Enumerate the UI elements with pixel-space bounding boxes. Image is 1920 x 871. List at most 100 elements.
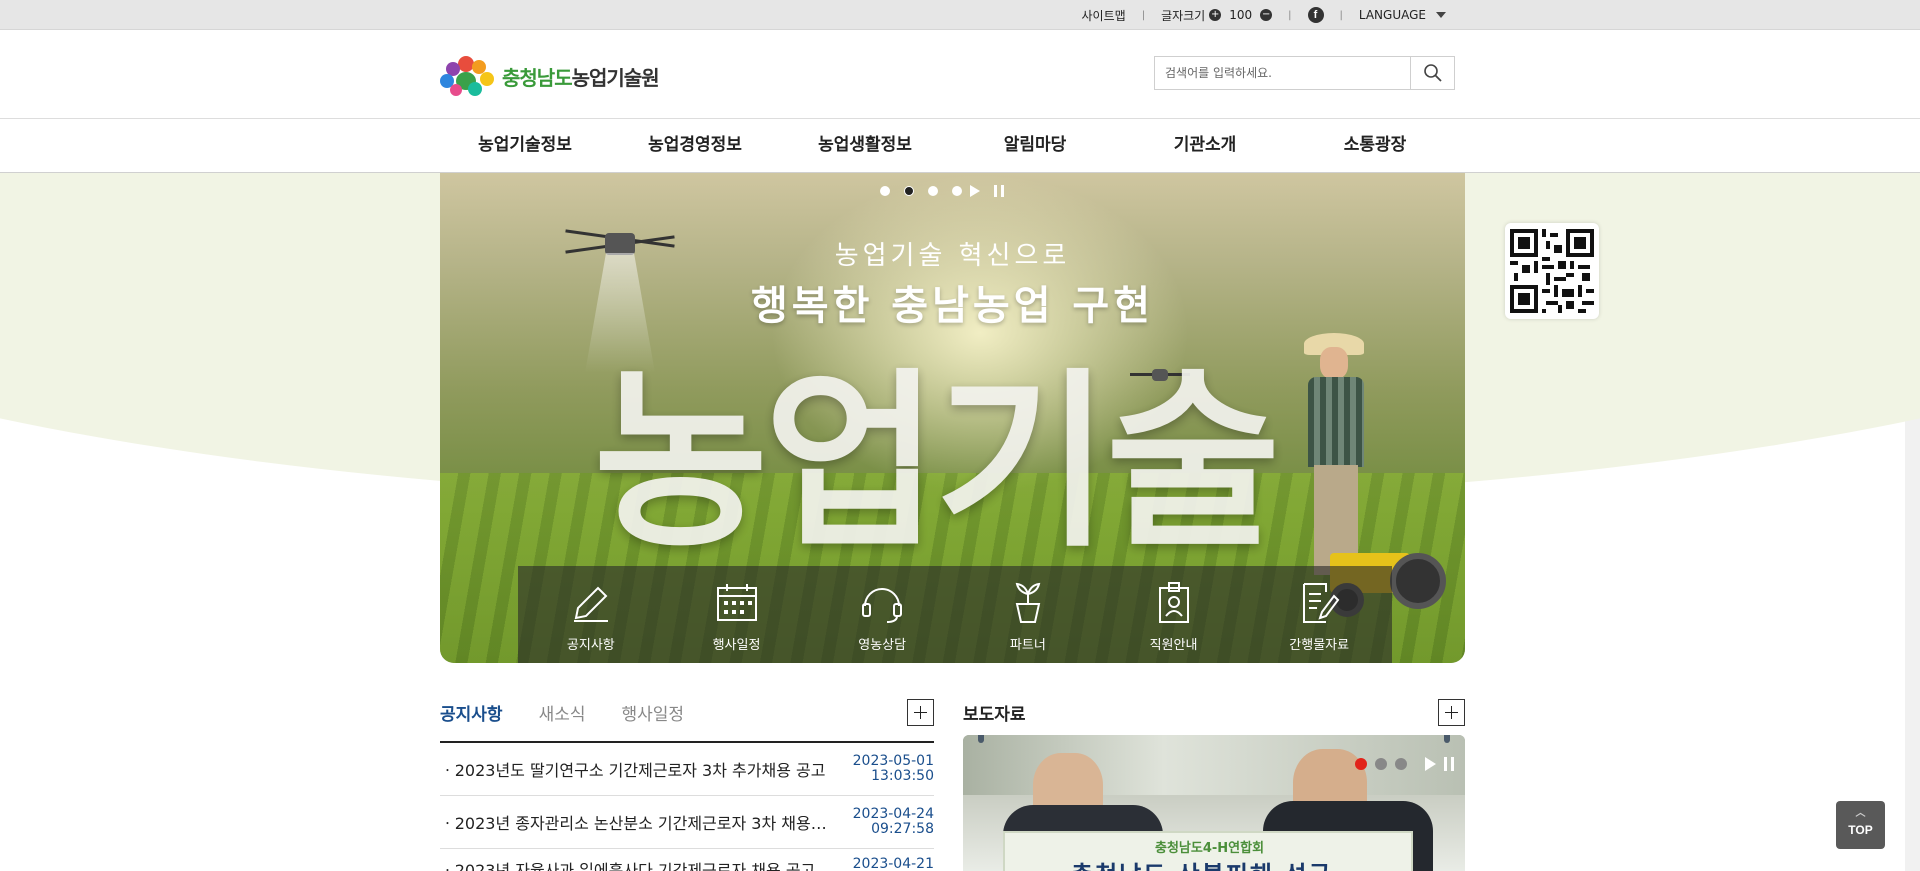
notice-date-day: 2023-04-21 bbox=[852, 856, 934, 871]
press-slide-dot-2[interactable] bbox=[1375, 758, 1387, 770]
notice-title: ㆍ2023년도 딸기연구소 기간제근로자 3차 추가채용 공고 bbox=[440, 761, 826, 780]
logo-flower-icon bbox=[440, 56, 496, 96]
notice-date-time: 13:03:50 bbox=[871, 768, 934, 784]
hero-slide-dot-2[interactable] bbox=[904, 186, 914, 196]
quick-menu-label: 간행물자료 bbox=[1289, 638, 1350, 653]
hero-slide-dot-1[interactable] bbox=[880, 186, 890, 196]
scroll-top-label: TOP bbox=[1848, 823, 1873, 837]
tab-notice[interactable]: 공지사항 bbox=[440, 700, 503, 725]
play-icon[interactable] bbox=[970, 185, 980, 197]
quick-menu-label: 영농상담 bbox=[858, 638, 907, 653]
search-button[interactable] bbox=[1410, 57, 1454, 89]
quick-menu-label: 파트너 bbox=[1009, 638, 1046, 653]
press-banner-line2: 충청남도 산불피해 성금 bbox=[1071, 855, 1333, 871]
facebook-icon[interactable]: f bbox=[1307, 7, 1324, 23]
chevron-down-icon bbox=[1436, 12, 1446, 18]
pause-icon[interactable] bbox=[1444, 757, 1454, 771]
logo-text-province: 충청남도 bbox=[502, 65, 573, 90]
nav-item-management-info[interactable]: 농업경영정보 bbox=[610, 119, 780, 172]
notice-title: ㆍ2023년 자율사과 일에흡사다 기간제근로자 채용 공고 bbox=[440, 861, 816, 871]
sitemap-link[interactable]: 사이트맵 bbox=[1082, 7, 1126, 24]
play-icon[interactable] bbox=[1425, 757, 1436, 771]
main-navigation: 농업기술정보 농업경영정보 농업생활정보 알림마당 기관소개 소통광장 bbox=[0, 118, 1920, 173]
font-size-increase-button[interactable]: + bbox=[1209, 9, 1222, 21]
separator: | bbox=[1141, 9, 1146, 21]
quick-menu-label: 공지사항 bbox=[566, 638, 615, 653]
hero-subtitle: 농업기술 혁신으로 bbox=[834, 241, 1071, 271]
quick-menu-label: 행사일정 bbox=[712, 638, 761, 653]
notice-more-button[interactable] bbox=[907, 699, 934, 726]
nav-item-notices[interactable]: 알림마당 bbox=[950, 119, 1120, 172]
list-item[interactable]: ㆍ2023년 자율사과 일에흡사다 기간제근로자 채용 공고 2023-04-2… bbox=[440, 849, 934, 871]
quick-menu-partner[interactable]: 파트너 bbox=[955, 566, 1101, 663]
slider-handle-left[interactable] bbox=[978, 735, 984, 743]
press-banner: 충청남도4-H연합회 충청남도 산불피해 성금 bbox=[1003, 831, 1413, 871]
font-size-value: 100 bbox=[1229, 8, 1253, 22]
quick-menu-publications[interactable]: 간행물자료 bbox=[1246, 566, 1392, 663]
press-more-button[interactable] bbox=[1438, 699, 1465, 726]
font-size-control: 글자크기 + 100 − bbox=[1161, 7, 1273, 24]
separator: | bbox=[1339, 9, 1343, 21]
language-dropdown[interactable]: LANGUAGE bbox=[1359, 8, 1446, 22]
site-logo[interactable]: 충청남도농업기술원 bbox=[440, 56, 660, 96]
search-box bbox=[1154, 56, 1455, 90]
scroll-top-button[interactable]: ︿ TOP bbox=[1836, 801, 1885, 849]
notice-date-day: 2023-04-24 bbox=[852, 806, 934, 822]
hero-big-text: 농업기술 bbox=[593, 352, 1280, 573]
notice-date-day: 2023-05-01 bbox=[852, 753, 934, 769]
headset-icon bbox=[862, 588, 903, 623]
notice-title: ㆍ2023년 종자관리소 논산분소 기간제근로자 3차 채용 공고 bbox=[440, 814, 828, 833]
font-size-label: 글자크기 bbox=[1161, 8, 1206, 23]
utility-bar: 사이트맵 | 글자크기 + 100 − | f | LANGUAGE bbox=[0, 0, 1920, 30]
chevron-up-icon: ︿ bbox=[1855, 808, 1866, 819]
logo-text-agency: 농업기술원 bbox=[571, 65, 660, 90]
nav-item-tech-info[interactable]: 농업기술정보 bbox=[440, 119, 610, 172]
hero-slide-dot-4[interactable] bbox=[952, 186, 962, 196]
language-label: LANGUAGE bbox=[1358, 8, 1426, 22]
quick-menu: 공지사항 행사일정 영농상담 파트너 직원안내 간행물자료 bbox=[518, 566, 1392, 663]
list-item[interactable]: ㆍ2023년 종자관리소 논산분소 기간제근로자 3차 채용 공고 2023-0… bbox=[440, 796, 934, 849]
pause-icon[interactable] bbox=[994, 185, 1004, 197]
site-header: 충청남도농업기술원 bbox=[0, 30, 1920, 118]
nav-item-about[interactable]: 기관소개 bbox=[1120, 119, 1290, 172]
list-item[interactable]: ㆍ2023년도 딸기연구소 기간제근로자 3차 추가채용 공고 2023-05-… bbox=[440, 743, 934, 796]
quick-menu-staff[interactable]: 직원안내 bbox=[1101, 566, 1247, 663]
press-slider-controls bbox=[1355, 757, 1454, 771]
press-slide-dot-3[interactable] bbox=[1395, 758, 1407, 770]
press-title: 보도자료 bbox=[963, 705, 1026, 725]
id-card-icon bbox=[1158, 582, 1189, 623]
notice-tabs: 공지사항 새소식 행사일정 bbox=[440, 700, 684, 725]
notice-list: ㆍ2023년도 딸기연구소 기간제근로자 3차 추가채용 공고 2023-05-… bbox=[440, 743, 934, 871]
calendar-icon bbox=[716, 584, 757, 621]
qr-code[interactable] bbox=[1505, 223, 1599, 319]
slider-handle-right[interactable] bbox=[1444, 735, 1450, 743]
nav-item-community[interactable]: 소통광장 bbox=[1290, 119, 1460, 172]
quick-menu-label: 직원안내 bbox=[1149, 638, 1198, 653]
hero-banner: 농업기술 농업기술 혁신으로 행복한 충남농업 구현 공지사항 행사일정 영농상… bbox=[440, 173, 1465, 663]
font-size-decrease-button[interactable]: − bbox=[1260, 9, 1273, 21]
notice-date: 2023-04-24 09:27:58 bbox=[844, 807, 934, 837]
plant-icon bbox=[1015, 582, 1041, 623]
press-banner-line1: 충청남도4-H연합회 bbox=[1155, 841, 1265, 856]
pencil-icon bbox=[573, 586, 608, 622]
notice-date: 2023-04-21 bbox=[844, 857, 934, 871]
nav-item-life-info[interactable]: 농업생활정보 bbox=[780, 119, 950, 172]
tab-events[interactable]: 행사일정 bbox=[621, 700, 684, 725]
notice-date: 2023-05-01 13:03:50 bbox=[844, 754, 934, 784]
quick-menu-events[interactable]: 행사일정 bbox=[664, 566, 810, 663]
quick-menu-notice[interactable]: 공지사항 bbox=[518, 566, 664, 663]
search-input[interactable] bbox=[1155, 57, 1410, 89]
notice-date-time: 09:27:58 bbox=[871, 821, 934, 837]
separator: | bbox=[1288, 9, 1292, 21]
hero-slider-controls bbox=[880, 185, 1004, 197]
document-edit-icon bbox=[1303, 583, 1340, 623]
press-photo[interactable]: 충청남도4-H연합회 충청남도 산불피해 성금 bbox=[963, 735, 1465, 871]
press-slide-dot-1[interactable] bbox=[1355, 758, 1367, 770]
hero-slide-dot-3[interactable] bbox=[928, 186, 938, 196]
logo-text: 충청남도농업기술원 bbox=[502, 62, 660, 91]
hero-title: 행복한 충남농업 구현 bbox=[750, 282, 1155, 329]
quick-menu-consult[interactable]: 영농상담 bbox=[809, 566, 955, 663]
tab-news[interactable]: 새소식 bbox=[539, 700, 586, 725]
qr-code-icon bbox=[1510, 229, 1594, 313]
search-icon bbox=[1423, 64, 1442, 82]
